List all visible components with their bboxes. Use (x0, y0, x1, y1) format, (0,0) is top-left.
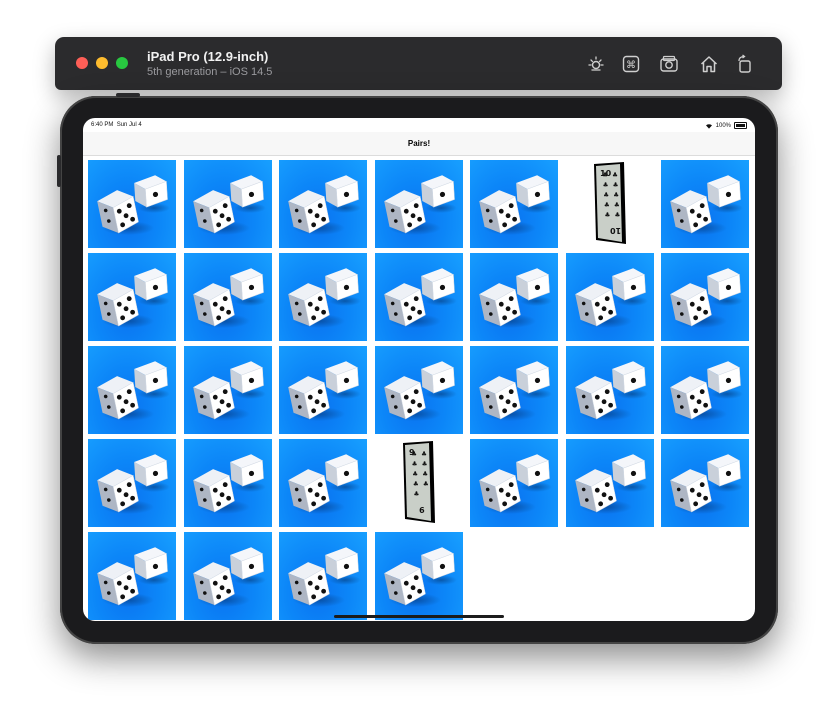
svg-text:♣: ♣ (603, 191, 609, 199)
card-back-dice[interactable] (183, 253, 272, 341)
svg-text:♣: ♣ (413, 490, 419, 498)
svg-text:10: 10 (609, 226, 621, 235)
status-bar: 6:40 PM Sun Jul 4 100% (83, 118, 755, 132)
svg-text:♣: ♣ (613, 191, 619, 199)
card-back-dice[interactable] (374, 532, 463, 620)
rotate-icon[interactable] (734, 53, 756, 75)
card-back-dice[interactable] (565, 346, 654, 434)
nav-title: Pairs! (407, 139, 431, 148)
svg-text:♣: ♣ (613, 201, 619, 209)
svg-text:♣: ♣ (612, 171, 618, 179)
card-back-dice[interactable] (88, 346, 176, 434)
card-back-dice[interactable] (279, 346, 367, 434)
svg-text:♣: ♣ (411, 450, 417, 458)
svg-text:♣: ♣ (614, 211, 620, 219)
home-icon[interactable] (698, 53, 720, 75)
svg-text:♣: ♣ (411, 460, 417, 468)
card-back-dice[interactable] (279, 253, 367, 341)
zoom-window-button[interactable] (116, 57, 128, 69)
card-back-dice[interactable] (279, 532, 367, 620)
card-back-dice[interactable] (470, 160, 558, 248)
card-back-dice[interactable] (661, 253, 749, 341)
battery-icon (734, 122, 747, 129)
svg-text:⌘: ⌘ (626, 60, 636, 71)
card-back-dice[interactable] (374, 253, 463, 341)
card-back-dice[interactable] (661, 160, 749, 248)
status-right: 100% (705, 122, 747, 129)
card-back-dice[interactable] (183, 346, 272, 434)
minimize-window-button[interactable] (96, 57, 108, 69)
card-back-dice[interactable] (88, 253, 176, 341)
wifi-icon (705, 123, 712, 129)
card-back-dice[interactable] (183, 439, 272, 527)
home-indicator[interactable] (334, 615, 504, 618)
svg-text:♣: ♣ (612, 181, 618, 189)
card-back-dice[interactable] (661, 439, 749, 527)
side-button (57, 155, 61, 187)
card-back-dice[interactable] (565, 253, 654, 341)
card-back-dice[interactable] (661, 346, 749, 434)
card-back-dice[interactable] (88, 439, 176, 527)
svg-text:♣: ♣ (421, 450, 427, 458)
svg-text:♣: ♣ (602, 181, 608, 189)
svg-text:♣: ♣ (421, 460, 427, 468)
screenshot-icon[interactable] (658, 53, 680, 75)
svg-text:9: 9 (418, 505, 424, 514)
card-back-dice[interactable] (88, 160, 176, 248)
svg-text:♣: ♣ (422, 470, 428, 478)
svg-text:♣: ♣ (604, 211, 610, 219)
card-back-dice[interactable] (470, 439, 558, 527)
card-back-dice[interactable] (279, 160, 367, 248)
card-face-9-of-clubs[interactable]: 9 9 ♣ ♣ ♣ ♣ ♣ ♣ ♣ ♣ ♣ (374, 439, 463, 527)
volume-button (116, 93, 140, 97)
card-back-dice[interactable] (183, 160, 272, 248)
card-back-dice[interactable] (88, 532, 176, 620)
device-subtitle: 5th generation – iOS 14.5 (147, 66, 273, 78)
card-back-dice[interactable] (183, 532, 272, 620)
simulator-titlebar: iPad Pro (12.9-inch) 5th generation – iO… (55, 37, 782, 90)
command-icon[interactable]: ⌘ (620, 53, 642, 75)
navigation-bar: Pairs! (83, 132, 755, 156)
status-time-date: 6:40 PM Sun Jul 4 (91, 122, 142, 128)
close-window-button[interactable] (76, 57, 88, 69)
svg-text:♣: ♣ (412, 480, 418, 488)
svg-text:♣: ♣ (412, 470, 418, 478)
battery-percent: 100% (715, 122, 731, 129)
brightness-icon[interactable] (585, 53, 607, 75)
card-back-dice[interactable] (374, 346, 463, 434)
card-back-dice[interactable] (374, 160, 463, 248)
ipad-screen: 6:40 PM Sun Jul 4 100% Pairs! 10 10 ♣ ♣ … (83, 118, 755, 621)
svg-text:♣: ♣ (603, 201, 609, 209)
device-name: iPad Pro (12.9-inch) (147, 49, 269, 64)
card-back-dice[interactable] (470, 253, 558, 341)
card-back-dice[interactable] (565, 439, 654, 527)
card-back-dice[interactable] (279, 439, 367, 527)
svg-text:♣: ♣ (602, 171, 608, 179)
card-face-10-of-clubs[interactable]: 10 10 ♣ ♣ ♣ ♣ ♣ ♣ ♣ ♣ ♣ ♣ (565, 160, 654, 248)
card-back-dice[interactable] (470, 346, 558, 434)
svg-text:♣: ♣ (422, 480, 428, 488)
